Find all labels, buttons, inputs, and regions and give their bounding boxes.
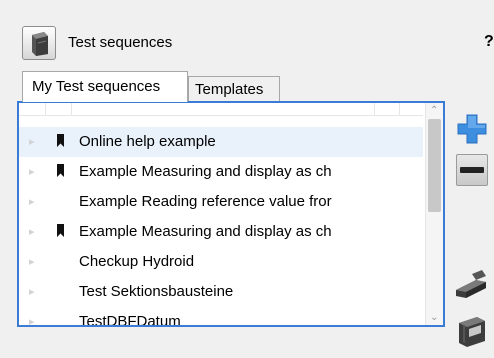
column-divider — [399, 103, 400, 115]
list-item-label: Example Measuring and display as ch — [79, 163, 332, 180]
scrollbar-thumb[interactable] — [428, 119, 441, 212]
expand-arrow-icon[interactable]: ▸ — [29, 315, 35, 325]
expand-arrow-icon[interactable]: ▸ — [29, 285, 35, 298]
panel-title: Test sequences — [68, 34, 173, 51]
list-item[interactable]: ▸ Example Measuring and display as ch — [19, 217, 423, 247]
column-header — [19, 103, 423, 116]
list-item[interactable]: ▸ Online help example — [19, 127, 423, 157]
minus-icon — [460, 167, 484, 173]
scroll-up-arrow-icon[interactable]: ⌃ — [430, 105, 438, 116]
tab-my-test-sequences[interactable]: My Test sequences — [22, 71, 188, 102]
list-item-label: Example Reading reference value fror — [79, 193, 332, 210]
open-button[interactable] — [452, 268, 490, 306]
list-item[interactable]: ▸ Checkup Hydroid — [19, 247, 423, 277]
expand-arrow-icon[interactable]: ▸ — [29, 195, 35, 208]
expand-arrow-icon[interactable]: ▸ — [29, 225, 35, 238]
test-sequence-list[interactable]: ▸ Online help example ▸ Example Measurin… — [17, 101, 445, 327]
list-item-label: Checkup Hydroid — [79, 253, 195, 270]
expand-arrow-icon[interactable]: ▸ — [29, 255, 35, 268]
list-rows: ▸ Online help example ▸ Example Measurin… — [19, 103, 423, 325]
remove-button[interactable] — [456, 154, 488, 186]
help-button[interactable]: ? — [484, 33, 494, 51]
bookmark-icon — [57, 164, 64, 177]
expand-arrow-icon[interactable]: ▸ — [29, 135, 35, 148]
list-item-label: TestDBFDatum — [79, 313, 181, 325]
app-binder-icon — [22, 26, 56, 60]
list-item[interactable]: ▸ TestDBFDatum — [19, 307, 423, 325]
scroll-down-arrow-icon[interactable]: ⌄ — [430, 312, 438, 323]
list-item-label: Online help example — [79, 133, 216, 150]
save-icon — [459, 317, 485, 347]
list-item-label: Example Measuring and display as ch — [79, 223, 332, 240]
vertical-scrollbar[interactable]: ⌃ ⌄ — [425, 103, 443, 325]
column-divider — [71, 103, 72, 115]
plus-icon — [457, 114, 487, 144]
expand-arrow-icon[interactable]: ▸ — [29, 165, 35, 178]
column-divider — [45, 103, 46, 115]
open-folder-icon — [456, 270, 486, 298]
list-item[interactable]: ▸ Example Reading reference value fror — [19, 187, 423, 217]
bookmark-icon — [57, 224, 64, 237]
list-item[interactable]: ▸ Test Sektionsbausteine — [19, 277, 423, 307]
bookmark-icon — [57, 134, 64, 147]
column-divider — [374, 103, 375, 115]
add-button[interactable] — [456, 113, 488, 145]
list-item[interactable]: ▸ Example Measuring and display as ch — [19, 157, 423, 187]
save-button[interactable] — [455, 313, 489, 349]
tab-templates[interactable]: Templates — [188, 76, 280, 102]
list-item-label: Test Sektionsbausteine — [79, 283, 234, 300]
